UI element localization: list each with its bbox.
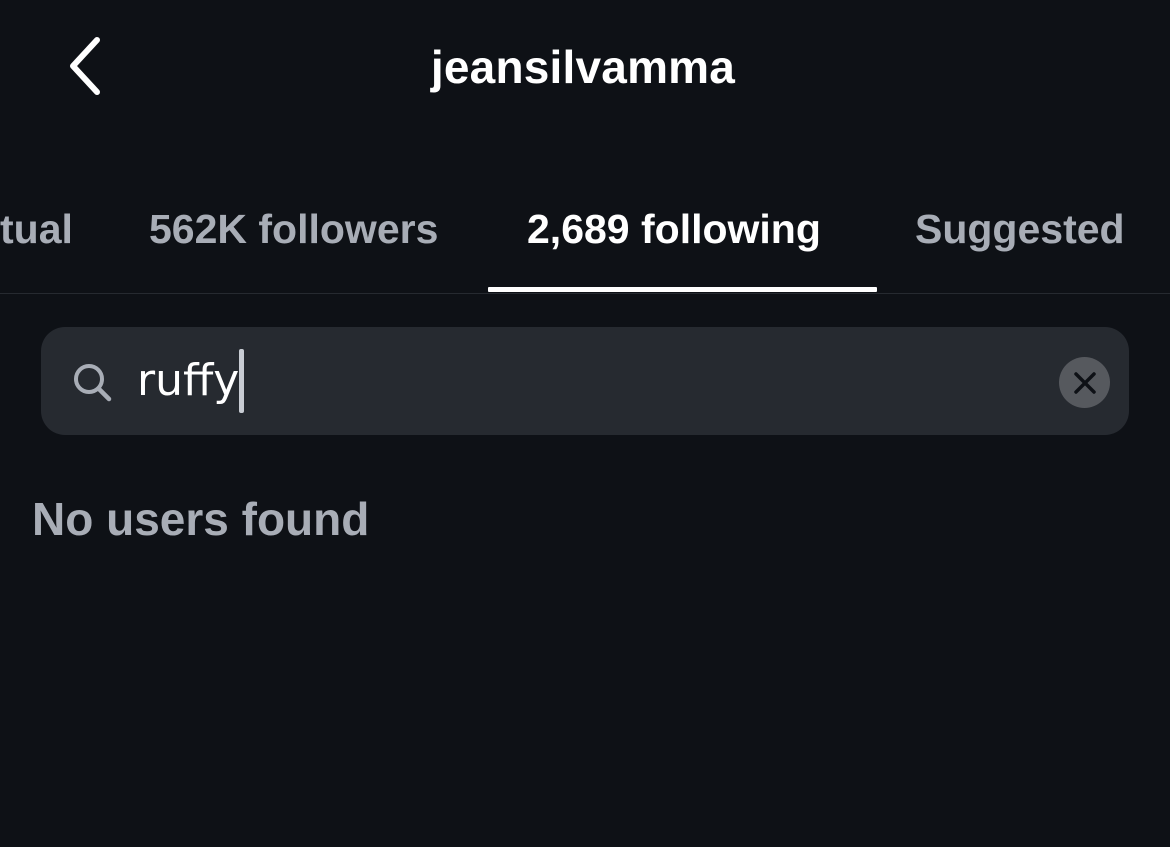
tab-followers-label: 562K followers <box>149 206 439 252</box>
search-bar[interactable]: ruffy <box>41 327 1129 435</box>
tab-mutual[interactable]: tual <box>0 170 80 292</box>
tab-following-label: 2,689 following <box>527 206 821 252</box>
tab-mutual-label: tual <box>0 206 73 252</box>
tab-bar: tual 562K followers 2,689 following Sugg… <box>0 170 1170 294</box>
text-cursor <box>239 349 245 413</box>
tab-suggested-label: Suggested <box>915 206 1125 252</box>
page-title: jeansilvamma <box>430 41 736 93</box>
tab-following[interactable]: 2,689 following <box>488 170 877 292</box>
following-screen: jeansilvamma tual 562K followers 2,689 f… <box>0 0 1170 847</box>
search-input[interactable]: ruffy <box>137 349 245 413</box>
close-icon <box>1073 371 1096 394</box>
tab-followers[interactable]: 562K followers <box>110 170 488 292</box>
active-tab-indicator <box>488 287 877 292</box>
clear-search-button[interactable] <box>1059 357 1110 408</box>
no-results-message: No users found <box>32 493 370 545</box>
search-icon <box>74 364 112 402</box>
tab-suggested[interactable]: Suggested <box>877 170 1170 292</box>
search-query: ruffy <box>137 355 240 406</box>
